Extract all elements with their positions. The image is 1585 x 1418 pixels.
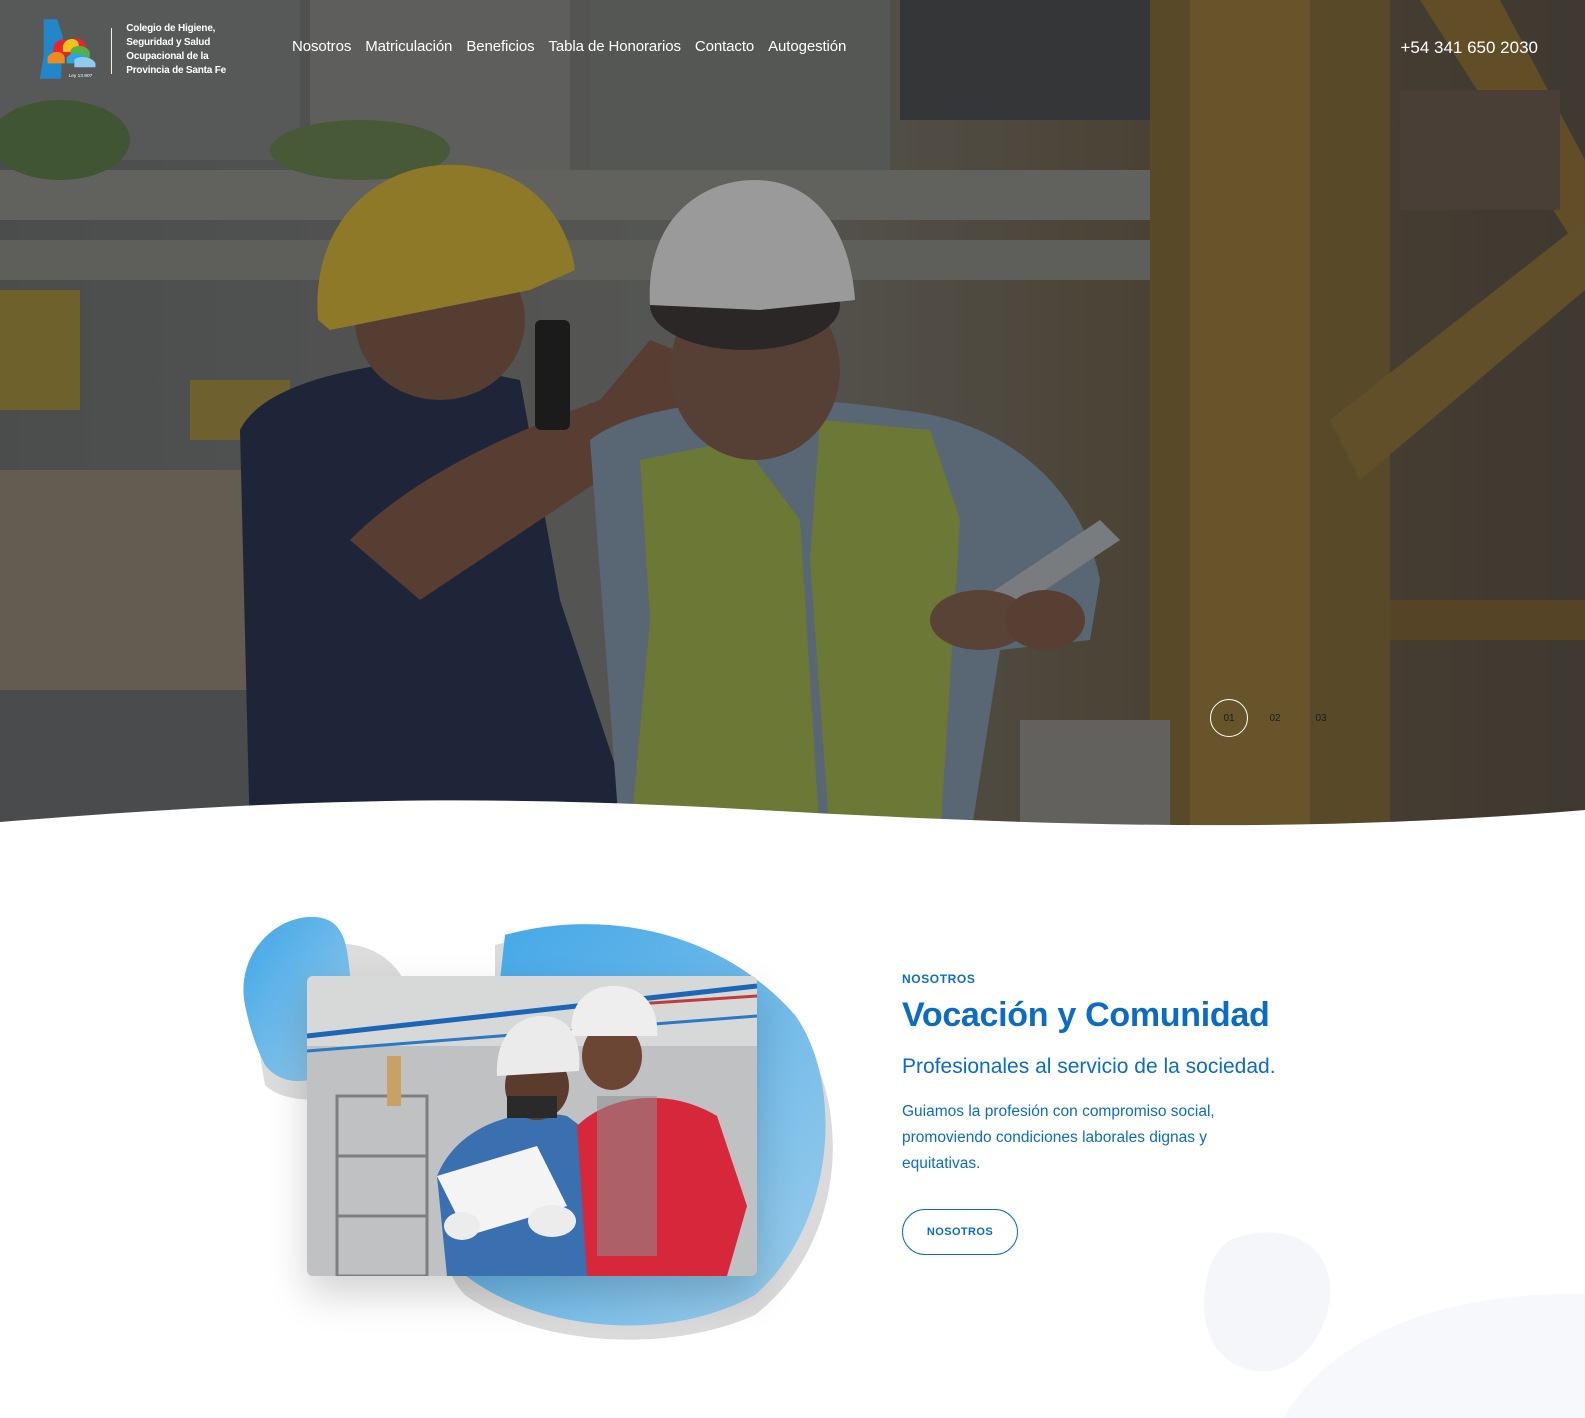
about-nosotros-button[interactable]: NOSOTROS bbox=[902, 1209, 1018, 1255]
main-nav: Nosotros Matriculación Beneficios Tabla … bbox=[292, 38, 846, 55]
logo-text: Colegio de Higiene, Seguridad y Salud Oc… bbox=[126, 22, 226, 78]
nav-item-tabla-honorarios[interactable]: Tabla de Honorarios bbox=[549, 38, 681, 55]
logo-separator bbox=[111, 28, 113, 74]
logo-line-2: Seguridad y Salud bbox=[126, 37, 211, 48]
site-logo[interactable]: Ley 13.907 Colegio de Higiene, Seguridad… bbox=[36, 16, 226, 86]
about-title: Vocación y Comunidad bbox=[902, 996, 1270, 1034]
slider-dot-1[interactable]: 01 bbox=[1210, 699, 1248, 737]
nav-item-autogestion[interactable]: Autogestión bbox=[768, 38, 846, 55]
about-section: NOSOTROS Vocación y Comunidad Profesiona… bbox=[902, 972, 1342, 1255]
decorative-arc bbox=[1283, 1294, 1585, 1418]
hero-image bbox=[0, 0, 1585, 840]
logo-emblem-icon: Ley 13.907 bbox=[39, 19, 96, 79]
slider-dot-2[interactable]: 02 bbox=[1256, 699, 1294, 737]
logo-law-text: Ley 13.907 bbox=[69, 73, 93, 79]
about-body: Guiamos la profesión con compromiso soci… bbox=[902, 1103, 1215, 1172]
logo-line-4: Provincia de Santa Fe bbox=[126, 65, 226, 76]
about-subtitle: Profesionales al servicio de la sociedad… bbox=[902, 1055, 1276, 1078]
slider-dot-3[interactable]: 03 bbox=[1302, 699, 1340, 737]
nav-item-contacto[interactable]: Contacto bbox=[695, 38, 754, 55]
logo-line-1: Colegio de Higiene, bbox=[126, 23, 216, 34]
site-header: Ley 13.907 Colegio de Higiene, Seguridad… bbox=[0, 0, 1585, 100]
nav-item-nosotros[interactable]: Nosotros bbox=[292, 38, 351, 55]
nav-item-matriculacion[interactable]: Matriculación bbox=[365, 38, 452, 55]
hero-wave-divider bbox=[0, 800, 1585, 840]
logo-line-3: Ocupacional de la bbox=[126, 51, 209, 62]
about-eyebrow: NOSOTROS bbox=[902, 972, 976, 986]
about-image bbox=[307, 976, 757, 1276]
nav-item-beneficios[interactable]: Beneficios bbox=[466, 38, 534, 55]
slider-pagination: 01 02 03 bbox=[1210, 699, 1340, 737]
hero-slider: Ley 13.907 Colegio de Higiene, Seguridad… bbox=[0, 0, 1585, 840]
phone-link[interactable]: +54 341 650 2030 bbox=[1400, 38, 1538, 58]
